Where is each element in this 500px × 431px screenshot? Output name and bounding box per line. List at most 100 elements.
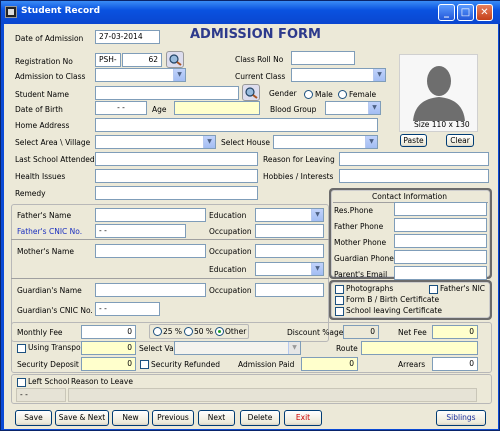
exit-button-label: Exit: [295, 413, 311, 422]
guardian-cnic-field[interactable]: - -: [95, 302, 160, 316]
health-issues-field[interactable]: [95, 169, 258, 183]
father-occupation-field[interactable]: [255, 224, 324, 238]
arrears-field[interactable]: 0: [432, 357, 478, 371]
registration-label: Registration No: [15, 57, 73, 66]
gender-male-label: Male: [315, 90, 333, 99]
select-van-select[interactable]: ▼: [174, 341, 301, 355]
blood-group-select[interactable]: ▼: [325, 101, 381, 115]
gender-male-radio[interactable]: [304, 90, 313, 99]
exit-button[interactable]: Exit: [284, 410, 322, 426]
student-record-window: Student Record _ □ ✕ ADMISSION FORM Date…: [0, 0, 500, 431]
reason-to-leave-label: Reason to Leave: [71, 377, 133, 386]
delete-button[interactable]: Delete: [240, 410, 280, 426]
reason-leaving-label: Reason for Leaving: [263, 155, 335, 164]
new-button[interactable]: New: [112, 410, 149, 426]
search-registration-button[interactable]: [166, 51, 184, 68]
next-button[interactable]: Next: [198, 410, 235, 426]
admission-class-select[interactable]: ▼: [95, 68, 186, 82]
left-school-checkbox[interactable]: [17, 378, 26, 387]
minimize-button[interactable]: _: [438, 4, 455, 21]
father-phone-field[interactable]: [394, 218, 487, 232]
current-class-select[interactable]: ▼: [291, 68, 386, 82]
form-b-label: Form B / Birth Certificate: [346, 295, 440, 304]
save-button[interactable]: Save: [15, 410, 52, 426]
discount-other-radio[interactable]: [215, 327, 224, 336]
student-name-field[interactable]: [95, 86, 239, 100]
discount-other-label: Other: [225, 327, 247, 336]
discount-percent-field[interactable]: 0: [343, 325, 379, 339]
guardian-occupation-field[interactable]: [255, 283, 324, 297]
parent-email-field[interactable]: [394, 266, 487, 280]
admission-paid-field[interactable]: 0: [301, 357, 358, 371]
title-bar: Student Record _ □ ✕: [1, 1, 500, 24]
admission-date-field[interactable]: 27-03-2014: [95, 30, 160, 44]
dob-field[interactable]: - -: [95, 101, 147, 115]
father-name-label: Father's Name: [17, 211, 72, 220]
area-select[interactable]: ▼: [95, 135, 216, 149]
hobbies-field[interactable]: [339, 169, 489, 183]
clear-photo-button[interactable]: Clear: [446, 134, 474, 147]
mother-education-select[interactable]: ▼: [255, 262, 324, 276]
left-school-date-field[interactable]: - -: [16, 388, 66, 402]
divider: [11, 239, 329, 240]
chevron-down-icon: ▼: [311, 209, 323, 221]
registration-prefix-field[interactable]: PSH-: [95, 53, 121, 67]
registration-number-field[interactable]: 62: [122, 53, 162, 67]
discount-25-label: 25 %: [163, 327, 183, 336]
remedy-field[interactable]: [95, 186, 258, 200]
discount-percent-label: Discount %age: [287, 328, 344, 337]
divider: [11, 278, 329, 279]
home-address-field[interactable]: [95, 118, 378, 132]
chevron-down-icon: ▼: [288, 342, 300, 354]
mother-name-field[interactable]: [95, 244, 206, 258]
monthly-fee-field[interactable]: 0: [81, 325, 136, 339]
guardian-name-field[interactable]: [95, 283, 206, 297]
previous-button[interactable]: Previous: [152, 410, 194, 426]
house-label: Select House: [221, 138, 271, 147]
reason-leaving-field[interactable]: [339, 152, 489, 166]
maximize-button[interactable]: □: [457, 4, 474, 21]
mother-occupation-field[interactable]: [255, 244, 324, 258]
father-cnic-field[interactable]: - -: [95, 224, 186, 238]
leaving-certificate-checkbox[interactable]: [335, 307, 344, 316]
save-next-button[interactable]: Save & Next: [55, 410, 109, 426]
father-phone-label: Father Phone: [334, 222, 384, 231]
admission-date-label: Date of Admission: [15, 34, 84, 43]
student-photo-frame[interactable]: Size 110 x 130: [399, 54, 478, 132]
form-b-checkbox[interactable]: [335, 296, 344, 305]
father-occupation-label: Occupation: [209, 227, 252, 236]
discount-50-radio[interactable]: [184, 327, 193, 336]
father-nic-checkbox[interactable]: [429, 285, 438, 294]
mother-education-label: Education: [209, 265, 247, 274]
security-refunded-checkbox[interactable]: [140, 360, 149, 369]
father-name-field[interactable]: [95, 208, 206, 222]
monthly-fee-label: Monthly Fee: [17, 328, 63, 337]
photographs-checkbox[interactable]: [335, 285, 344, 294]
select-van-label: Select Van: [139, 344, 179, 353]
reason-to-leave-field[interactable]: [68, 388, 477, 402]
security-deposit-field[interactable]: 0: [81, 357, 136, 371]
home-address-label: Home Address: [15, 121, 70, 130]
leaving-certificate-label: School leaving Certificate: [346, 306, 442, 315]
mother-phone-field[interactable]: [394, 234, 487, 248]
house-select[interactable]: ▼: [273, 135, 378, 149]
discount-25-radio[interactable]: [153, 327, 162, 336]
using-transport-checkbox[interactable]: [17, 344, 26, 353]
res-phone-field[interactable]: [394, 202, 487, 216]
left-school-label: Left School: [28, 377, 70, 386]
chevron-down-icon: ▼: [311, 263, 323, 275]
class-roll-field[interactable]: [291, 51, 355, 65]
last-school-label: Last School Attended: [15, 155, 95, 164]
last-school-field[interactable]: [95, 152, 258, 166]
close-button[interactable]: ✕: [476, 4, 493, 21]
gender-label: Gender: [269, 89, 297, 98]
mother-occupation-label: Occupation: [209, 247, 252, 256]
father-education-label: Education: [209, 211, 247, 220]
paste-photo-button[interactable]: Paste: [400, 134, 427, 147]
siblings-button[interactable]: Siblings: [436, 410, 486, 426]
gender-female-radio[interactable]: [338, 90, 347, 99]
admission-class-label: Admission to Class: [15, 72, 86, 81]
guardian-phone-field[interactable]: [394, 250, 487, 264]
father-education-select[interactable]: ▼: [255, 208, 324, 222]
search-student-button[interactable]: [242, 84, 260, 101]
